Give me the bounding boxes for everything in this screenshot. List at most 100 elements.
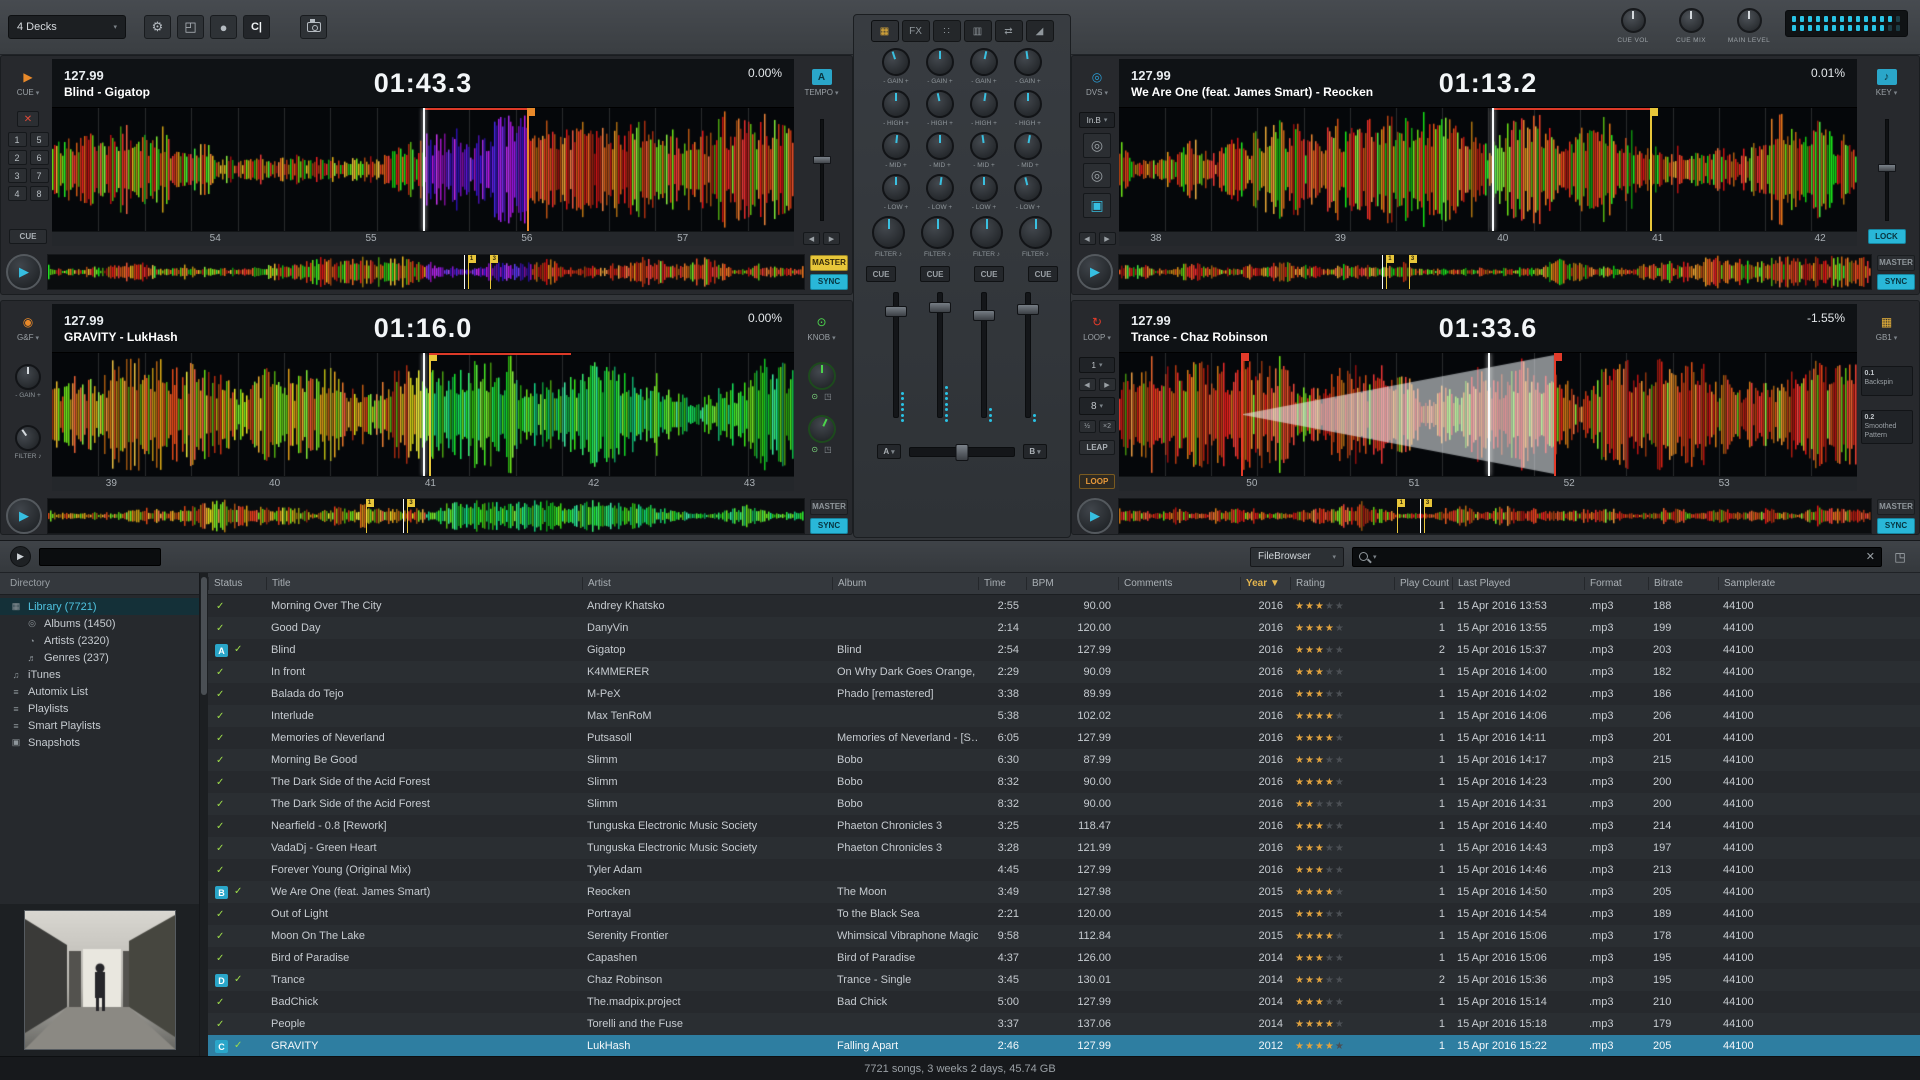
ch3-mid-knob[interactable]: [968, 130, 1000, 162]
deck-a-hotcue-7[interactable]: 7: [30, 168, 49, 183]
track-row[interactable]: ✓Good DayDanyVin2:14120.002016★★★★★115 A…: [208, 617, 1920, 639]
deck-c-overview[interactable]: 13: [47, 498, 805, 534]
track-row[interactable]: D✓TranceChaz RobinsonTrance - Single3:45…: [208, 969, 1920, 991]
deck-b-key-select[interactable]: KEY▾: [1876, 88, 1898, 97]
column-header-bitrate[interactable]: Bitrate: [1648, 577, 1718, 590]
deck-b-jump-back-button[interactable]: ◀: [1079, 232, 1096, 245]
cue-vol-knob[interactable]: [1621, 8, 1646, 33]
deck-d-sync-button[interactable]: SYNC: [1877, 518, 1915, 534]
deck-b-dvs-icon[interactable]: ◎: [1087, 69, 1107, 85]
deck-b-mode-select[interactable]: DVS▾: [1086, 88, 1108, 97]
track-row[interactable]: C✓GRAVITYLukHashFalling Apart2:46127.992…: [208, 1035, 1920, 1056]
deck-b-overview[interactable]: 13: [1118, 254, 1872, 290]
deck-a-overview[interactable]: 13: [47, 254, 805, 290]
ch4-high-knob[interactable]: [1014, 90, 1042, 118]
track-row[interactable]: ✓Balada do TejoM-PeXPhado [remastered]3:…: [208, 683, 1920, 705]
deck-b-sync-button[interactable]: SYNC: [1877, 274, 1915, 290]
deck-a-jump-fwd-button[interactable]: ▶: [823, 232, 840, 245]
xfader-assign-a[interactable]: A▾: [877, 444, 901, 459]
deck-d-gb1-icon[interactable]: ▦: [1877, 314, 1897, 330]
deck-d-loop-move-select[interactable]: 1▾: [1079, 357, 1115, 373]
deck-d-loop-double-button[interactable]: ×2: [1099, 420, 1116, 433]
deck-a-hotcue-8[interactable]: 8: [30, 186, 49, 201]
ch2-filter-knob[interactable]: [921, 216, 954, 249]
deck-d-loop-halve-button[interactable]: ½: [1079, 420, 1096, 433]
deck-b-waveform[interactable]: [1119, 107, 1857, 231]
column-header-last-played[interactable]: Last Played: [1452, 577, 1584, 590]
deck-a-tempo-icon[interactable]: A: [812, 69, 832, 85]
track-row[interactable]: ✓BadChickThe.madpix.projectBad Chick5:00…: [208, 991, 1920, 1013]
deck-c-fx2-knob[interactable]: [803, 410, 840, 447]
directory-input[interactable]: [39, 548, 161, 566]
sidebar-item-genres-237-[interactable]: ♬Genres (237): [0, 649, 199, 666]
track-row[interactable]: ✓The Dark Side of the Acid ForestSlimmBo…: [208, 771, 1920, 793]
mixer-tab-faders[interactable]: ▥: [964, 20, 992, 42]
track-row[interactable]: ✓Out of LightPortrayalTo the Black Sea2:…: [208, 903, 1920, 925]
mixer-tab-routing[interactable]: ⇄: [995, 20, 1023, 42]
track-row[interactable]: ✓Morning Over The CityAndrey Khatsko2:55…: [208, 595, 1920, 617]
deck-a-master-button[interactable]: MASTER: [810, 255, 848, 271]
deck-b-input-select[interactable]: In.B▾: [1079, 112, 1115, 128]
ch1-high-knob[interactable]: [882, 90, 910, 118]
deck-d-preset-1[interactable]: 0.1Backspin: [1861, 366, 1913, 396]
deck-a-hotcue-3[interactable]: 3: [8, 168, 27, 183]
deck-b-turntable-icon[interactable]: ◎: [1083, 133, 1111, 158]
deck-mode-select[interactable]: 4 Decks ▾: [8, 15, 126, 39]
crossfader-handle[interactable]: [956, 444, 969, 461]
library-scrollbar[interactable]: [200, 573, 208, 1056]
fullscreen-icon[interactable]: ◰: [177, 15, 204, 39]
ch2-cue-button[interactable]: CUE: [920, 266, 950, 282]
deck-a-hotcue-4[interactable]: 4: [8, 186, 27, 201]
ch1-mid-knob[interactable]: [881, 131, 912, 162]
column-header-bpm[interactable]: BPM: [1026, 577, 1118, 590]
ch4-mid-knob[interactable]: [1012, 130, 1044, 162]
deck-b-pitch-fader[interactable]: [1878, 119, 1896, 221]
app-logo-button[interactable]: C|: [243, 15, 270, 39]
ch1-gain-knob[interactable]: [878, 44, 913, 79]
mixer-tab-eq[interactable]: ▦: [871, 20, 899, 42]
ch1-fader-handle[interactable]: [885, 306, 907, 317]
track-row[interactable]: B✓We Are One (feat. James Smart)ReockenT…: [208, 881, 1920, 903]
deck-a-cue-button[interactable]: CUE: [9, 229, 47, 244]
deck-d-master-button[interactable]: MASTER: [1877, 499, 1915, 515]
xfader-assign-b[interactable]: B▾: [1023, 444, 1047, 459]
ch1-filter-knob[interactable]: [872, 216, 905, 249]
track-row[interactable]: ✓PeopleTorelli and the Fuse3:37137.06201…: [208, 1013, 1920, 1035]
popout-window-icon[interactable]: ◳: [1890, 548, 1910, 566]
deck-c-fx1-expand-icon[interactable]: ◳: [824, 392, 832, 401]
ch1-cue-button[interactable]: CUE: [866, 266, 896, 282]
search-options-caret[interactable]: ▾: [1373, 553, 1377, 561]
track-row[interactable]: ✓Memories of NeverlandPutsasollMemories …: [208, 727, 1920, 749]
column-header-format[interactable]: Format: [1584, 577, 1648, 590]
track-row[interactable]: ✓Moon On The LakeSerenity FrontierWhimsi…: [208, 925, 1920, 947]
deck-c-knob-select[interactable]: KNOB▾: [807, 333, 835, 342]
deck-a-pitch-fader[interactable]: [813, 119, 831, 221]
deck-c-mode-select[interactable]: G&F▾: [17, 333, 39, 342]
deck-d-loop-icon[interactable]: ↻: [1087, 314, 1107, 330]
deck-a-mode-select[interactable]: CUE▾: [17, 88, 39, 97]
deck-c-play-button[interactable]: ▶: [6, 498, 42, 534]
ch2-mid-knob[interactable]: [926, 132, 954, 160]
track-row[interactable]: ✓The Dark Side of the Acid ForestSlimmBo…: [208, 793, 1920, 815]
deck-c-filter-knob[interactable]: [10, 420, 46, 456]
deck-c-gain-filter-icon[interactable]: ◉: [18, 314, 38, 330]
deck-a-sync-button[interactable]: SYNC: [810, 274, 848, 290]
deck-a-hotcue-2[interactable]: 2: [8, 150, 27, 165]
deck-d-preset-2[interactable]: 0.2Smoothed Pattern: [1861, 410, 1913, 444]
ch2-high-knob[interactable]: [923, 87, 956, 120]
track-row[interactable]: ✓Bird of ParadiseCapashenBird of Paradis…: [208, 947, 1920, 969]
ch3-volume-fader[interactable]: [973, 292, 995, 430]
ch3-low-knob[interactable]: [970, 174, 998, 202]
deck-d-leap-button[interactable]: LEAP: [1079, 440, 1115, 455]
sidebar-item-artists-2320-[interactable]: ◔Artists (2320): [0, 632, 199, 649]
track-row[interactable]: ✓InterludeMax TenRoM5:38102.022016★★★★★1…: [208, 705, 1920, 727]
deck-b-turntable2-icon[interactable]: ◎: [1083, 163, 1111, 188]
deck-d-play-button[interactable]: ▶: [1077, 498, 1113, 534]
sidebar-item-library-7721-[interactable]: ▦Library (7721): [0, 598, 199, 615]
track-row[interactable]: ✓VadaDj - Green HeartTunguska Electronic…: [208, 837, 1920, 859]
deck-c-knob-power-icon[interactable]: ⊙: [812, 314, 832, 330]
ch4-fader-handle[interactable]: [1017, 304, 1039, 315]
column-header-album[interactable]: Album: [832, 577, 978, 590]
snapshot-camera-icon[interactable]: [300, 15, 327, 39]
deck-a-jump-back-button[interactable]: ◀: [803, 232, 820, 245]
